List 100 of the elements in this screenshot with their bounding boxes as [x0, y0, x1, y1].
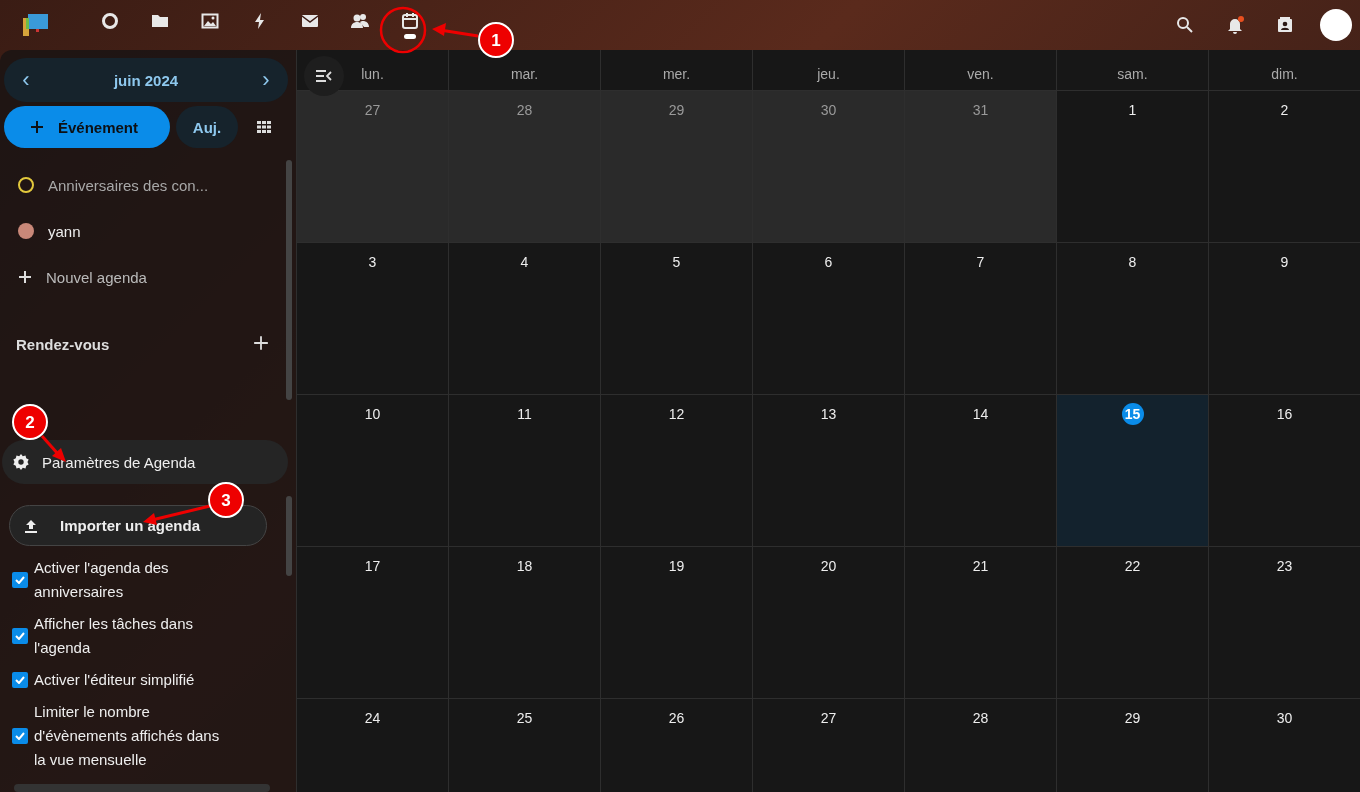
day-number: 10: [363, 405, 382, 424]
scrollbar[interactable]: [286, 496, 292, 576]
option-label: Afficher les tâches dans l'agenda: [34, 614, 194, 658]
day-cell[interactable]: 20: [752, 547, 904, 698]
day-cell[interactable]: 4: [448, 243, 600, 394]
day-cell[interactable]: 16: [1208, 395, 1360, 546]
day-number: 12: [667, 405, 686, 424]
day-cell[interactable]: 30: [1208, 699, 1360, 792]
gear-icon: [12, 453, 30, 471]
checkmark-icon: [15, 576, 25, 584]
day-cell[interactable]: 9: [1208, 243, 1360, 394]
weekday-header: dim.: [1208, 50, 1360, 90]
app-logo-icon[interactable]: [20, 12, 50, 38]
day-cell[interactable]: 28: [448, 91, 600, 242]
day-cell[interactable]: 12: [600, 395, 752, 546]
day-cell[interactable]: 28: [904, 699, 1056, 792]
day-cell[interactable]: 30: [752, 91, 904, 242]
checkbox[interactable]: [12, 672, 28, 688]
day-number: 28: [515, 101, 534, 120]
calendar-color-dot[interactable]: [18, 223, 34, 239]
day-cell[interactable]: 31: [904, 91, 1056, 242]
day-number: 29: [667, 101, 686, 120]
day-cell[interactable]: 13: [752, 395, 904, 546]
day-number: 20: [819, 557, 838, 576]
day-number: 5: [671, 253, 682, 272]
checkmark-icon: [15, 732, 25, 740]
day-number: 11: [516, 405, 533, 424]
previous-month-button[interactable]: ‹: [12, 63, 40, 97]
day-number: 27: [363, 101, 382, 120]
checkbox[interactable]: [12, 572, 28, 588]
weekday-header: sam.: [1056, 50, 1208, 90]
day-number: 28: [971, 709, 990, 728]
day-cell[interactable]: 19: [600, 547, 752, 698]
option-label: Activer l'agenda des anniversaires: [34, 558, 170, 602]
day-number: 21: [971, 557, 990, 576]
day-cell[interactable]: 3: [296, 243, 448, 394]
day-number: 22: [1123, 557, 1142, 576]
month-label: juin 2024: [113, 71, 179, 89]
option-label: Activer l'éditeur simplifié: [34, 670, 196, 690]
day-number: 9: [1279, 253, 1290, 272]
plus-icon[interactable]: [18, 270, 32, 284]
day-cell[interactable]: 10: [296, 395, 448, 546]
day-cell[interactable]: 24: [296, 699, 448, 792]
day-cell[interactable]: 29: [600, 91, 752, 242]
day-number: 6: [823, 253, 834, 272]
next-month-button[interactable]: ›: [252, 63, 280, 97]
day-cell[interactable]: 7: [904, 243, 1056, 394]
day-number: 15: [1121, 403, 1144, 425]
checkbox[interactable]: [12, 728, 28, 744]
new-calendar-link[interactable]: Nouvel agenda: [46, 268, 147, 286]
day-number: 2: [1279, 101, 1290, 120]
upload-icon: [24, 518, 38, 533]
day-cell[interactable]: 5: [600, 243, 752, 394]
day-number: 31: [971, 101, 990, 120]
day-cell[interactable]: 1: [1056, 91, 1208, 242]
weekday-header: jeu.: [752, 50, 904, 90]
day-number: 3: [367, 253, 378, 272]
day-cell[interactable]: 22: [1056, 547, 1208, 698]
day-number: 27: [819, 709, 838, 728]
new-event-button[interactable]: Événement: [4, 106, 170, 148]
day-number: 29: [1123, 709, 1142, 728]
day-number: 17: [363, 557, 382, 576]
day-cell[interactable]: 18: [448, 547, 600, 698]
today-button[interactable]: Auj.: [176, 106, 238, 148]
plus-icon: [30, 120, 44, 134]
calendar-name[interactable]: yann: [48, 222, 81, 240]
day-number: 18: [515, 557, 534, 576]
section-title: Rendez-vous: [16, 335, 110, 353]
day-number: 7: [975, 253, 986, 272]
day-cell[interactable]: 2: [1208, 91, 1360, 242]
day-number: 4: [519, 253, 530, 272]
day-cell[interactable]: 26: [600, 699, 752, 792]
day-cell[interactable]: 29: [1056, 699, 1208, 792]
day-cell[interactable]: 21: [904, 547, 1056, 698]
scrollbar[interactable]: [14, 784, 270, 792]
day-number: 16: [1275, 405, 1294, 424]
day-cell[interactable]: 15: [1056, 395, 1208, 546]
day-number: 30: [819, 101, 838, 120]
day-cell[interactable]: 17: [296, 547, 448, 698]
calendar-name[interactable]: Anniversaires des con...: [48, 176, 209, 194]
calendar-color-dot[interactable]: [18, 177, 34, 193]
day-cell[interactable]: 23: [1208, 547, 1360, 698]
scrollbar[interactable]: [286, 160, 292, 400]
day-cell[interactable]: 11: [448, 395, 600, 546]
weekday-header: mer.: [600, 50, 752, 90]
day-cell[interactable]: 6: [752, 243, 904, 394]
day-cell[interactable]: 27: [752, 699, 904, 792]
day-number: 30: [1275, 709, 1294, 728]
plus-icon[interactable]: [252, 335, 270, 353]
day-cell[interactable]: 8: [1056, 243, 1208, 394]
callout-annotation: 1: [379, 6, 514, 58]
day-number: 14: [971, 405, 990, 424]
day-number: 13: [819, 405, 838, 424]
day-cell[interactable]: 27: [296, 91, 448, 242]
day-cell[interactable]: 25: [448, 699, 600, 792]
checkmark-icon: [15, 632, 25, 640]
day-number: 19: [667, 557, 686, 576]
collapse-sidebar-icon[interactable]: [304, 56, 344, 96]
checkbox[interactable]: [12, 628, 28, 644]
avatar[interactable]: [1320, 9, 1352, 41]
